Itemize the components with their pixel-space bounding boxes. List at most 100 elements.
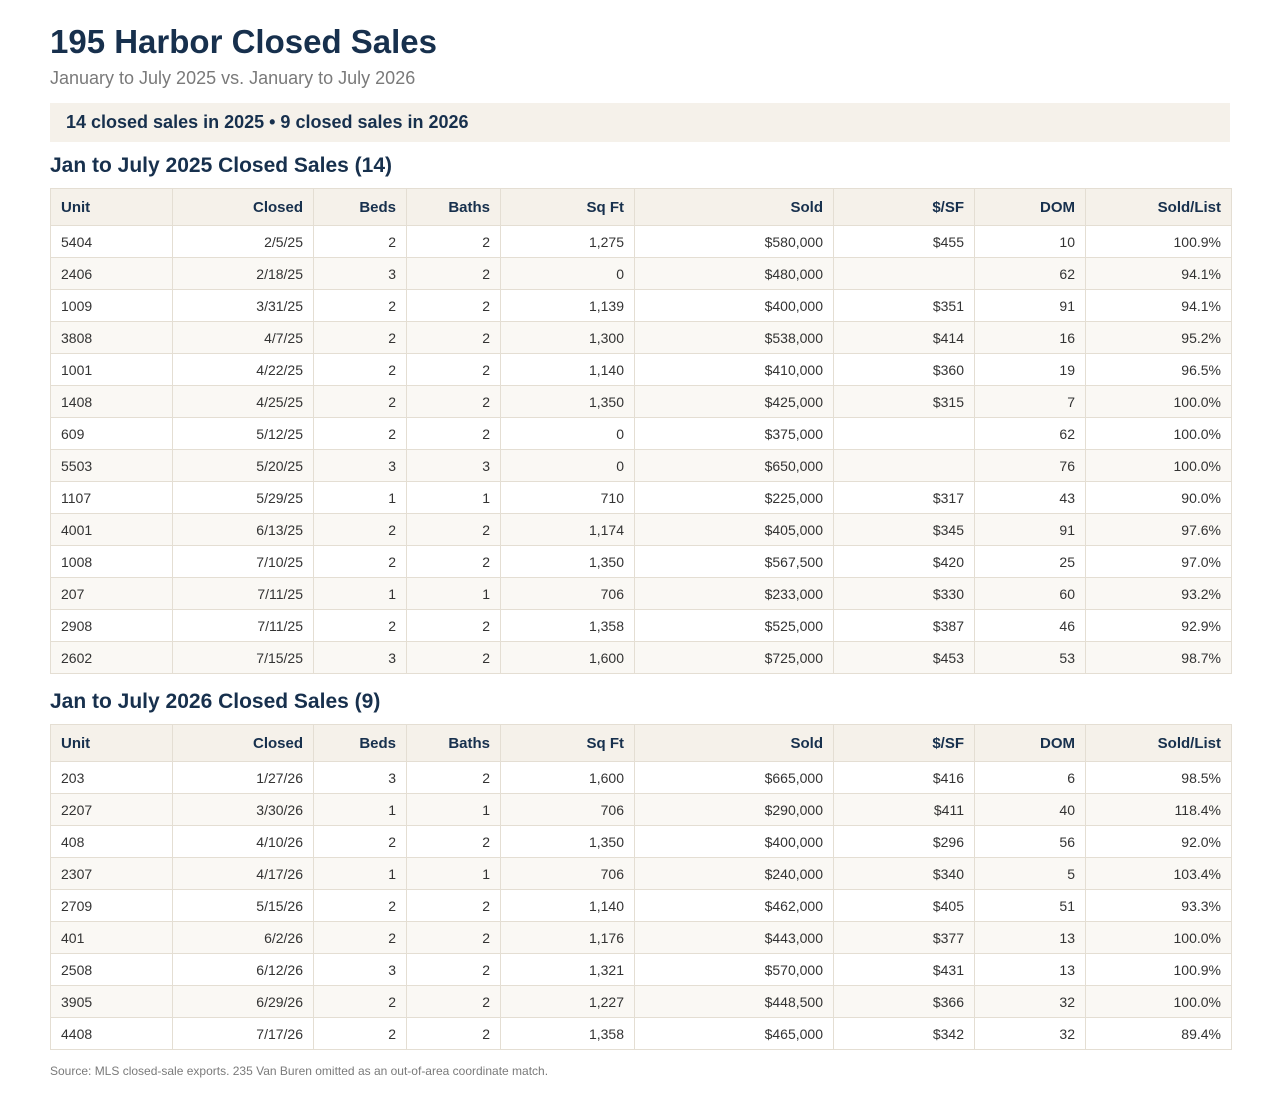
cell-sold-list: 100.9% [1085,953,1232,986]
cell-closed: 7/15/25 [172,641,314,674]
table-row: 5503 5/20/25 3 3 0 $650,000 76 100.0% [50,449,1232,482]
table-row: 3808 4/7/25 2 2 1,300 $538,000 $414 16 95.2% [50,321,1232,354]
table-header-row: Unit Closed Beds Baths Sq Ft Sold $/SF DOM Sold/… [50,188,1232,226]
column-header-closed: Closed [172,188,314,226]
cell-sqft: 1,350 [500,385,635,418]
column-header-sold-list: Sold/List [1085,724,1232,762]
cell-unit: 2709 [50,889,173,922]
cell-sqft: 1,174 [500,513,635,546]
cell-sqft: 710 [500,481,635,514]
cell-sqft: 1,358 [500,609,635,642]
cell-dom: 62 [974,257,1086,290]
cell-sqft: 1,227 [500,985,635,1018]
table-row: 609 5/12/25 2 2 0 $375,000 62 100.0% [50,417,1232,450]
cell-sold-list: 98.7% [1085,641,1232,674]
cell-beds: 2 [313,353,407,386]
cell-dom: 91 [974,513,1086,546]
column-header-sold-list: Sold/List [1085,188,1232,226]
cell-unit: 401 [50,921,173,954]
table-row: 4408 7/17/26 2 2 1,358 $465,000 $342 32 89.4% [50,1017,1232,1050]
column-header-sqft: Sq Ft [500,188,635,226]
cell-sold-list: 97.0% [1085,545,1232,578]
cell-baths: 2 [406,289,501,322]
cell-sqft: 1,350 [500,545,635,578]
cell-sold: $525,000 [634,609,834,642]
table-row: 1107 5/29/25 1 1 710 $225,000 $317 43 90.0% [50,481,1232,514]
cell-sold: $462,000 [634,889,834,922]
table-row: 203 1/27/26 3 2 1,600 $665,000 $416 6 98.5% [50,761,1232,794]
source-footnote: Source: MLS closed-sale exports. 235 Van… [50,1064,549,1078]
cell-price-per-sf: $431 [833,953,975,986]
cell-baths: 2 [406,641,501,674]
cell-beds: 1 [313,577,407,610]
cell-baths: 2 [406,985,501,1018]
cell-dom: 32 [974,985,1086,1018]
cell-sqft: 1,358 [500,1017,635,1050]
cell-sold: $538,000 [634,321,834,354]
column-header-baths: Baths [406,188,501,226]
cell-beds: 2 [313,921,407,954]
cell-beds: 2 [313,609,407,642]
cell-sold: $233,000 [634,577,834,610]
column-header-baths: Baths [406,724,501,762]
cell-sqft: 1,139 [500,289,635,322]
cell-price-per-sf: $296 [833,825,975,858]
cell-closed: 5/12/25 [172,417,314,450]
column-header-sqft: Sq Ft [500,724,635,762]
cell-unit: 2207 [50,793,173,826]
cell-sold: $665,000 [634,761,834,794]
cell-closed: 6/29/26 [172,985,314,1018]
cell-sold-list: 92.9% [1085,609,1232,642]
cell-sqft: 0 [500,257,635,290]
cell-unit: 207 [50,577,173,610]
cell-closed: 6/12/26 [172,953,314,986]
cell-unit: 203 [50,761,173,794]
cell-sold-list: 92.0% [1085,825,1232,858]
cell-price-per-sf: $351 [833,289,975,322]
cell-sold-list: 90.0% [1085,481,1232,514]
column-header-sold: Sold [634,724,834,762]
cell-price-per-sf: $330 [833,577,975,610]
cell-sold: $480,000 [634,257,834,290]
cell-price-per-sf: $360 [833,353,975,386]
cell-sold: $580,000 [634,225,834,258]
column-header-closed: Closed [172,724,314,762]
cell-dom: 19 [974,353,1086,386]
cell-beds: 1 [313,857,407,890]
cell-sqft: 1,350 [500,825,635,858]
cell-sqft: 1,321 [500,953,635,986]
cell-sold: $650,000 [634,449,834,482]
table-row: 408 4/10/26 2 2 1,350 $400,000 $296 56 92.0% [50,825,1232,858]
cell-price-per-sf: $420 [833,545,975,578]
cell-sold: $240,000 [634,857,834,890]
cell-sqft: 0 [500,449,635,482]
page-subtitle: January to July 2025 vs. January to July… [50,68,416,88]
cell-closed: 4/22/25 [172,353,314,386]
cell-sqft: 706 [500,577,635,610]
cell-price-per-sf: $405 [833,889,975,922]
cell-beds: 3 [313,257,407,290]
cell-unit: 5404 [50,225,173,258]
column-header-unit: Unit [50,724,173,762]
cell-sqft: 1,600 [500,641,635,674]
cell-beds: 2 [313,889,407,922]
cell-dom: 13 [974,921,1086,954]
cell-baths: 2 [406,609,501,642]
cell-closed: 7/11/25 [172,609,314,642]
cell-dom: 43 [974,481,1086,514]
column-header-sold: Sold [634,188,834,226]
cell-closed: 7/10/25 [172,545,314,578]
cell-sold-list: 100.0% [1085,417,1232,450]
cell-price-per-sf: $453 [833,641,975,674]
cell-dom: 25 [974,545,1086,578]
table-row: 1408 4/25/25 2 2 1,350 $425,000 $315 7 100.0% [50,385,1232,418]
cell-price-per-sf [833,417,975,450]
cell-dom: 7 [974,385,1086,418]
cell-sold: $290,000 [634,793,834,826]
table-row: 3905 6/29/26 2 2 1,227 $448,500 $366 32 100.0% [50,985,1232,1018]
cell-sold-list: 93.3% [1085,889,1232,922]
section-heading-2026: Jan to July 2026 Closed Sales (9) [50,690,381,713]
cell-unit: 2508 [50,953,173,986]
cell-unit: 5503 [50,449,173,482]
cell-closed: 5/15/26 [172,889,314,922]
